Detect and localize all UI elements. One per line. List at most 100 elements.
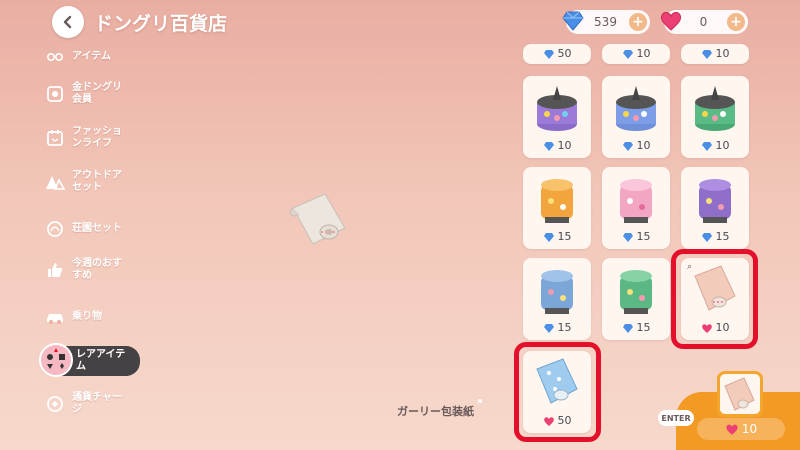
blue-gem-icon: [622, 232, 633, 242]
purchase-item-thumbnail: [717, 371, 763, 417]
info-dot-icon: [478, 399, 482, 403]
blue-gem-icon: [622, 141, 633, 151]
page-title: ドングリ百貨店: [94, 13, 228, 35]
item-price: 10: [523, 139, 591, 152]
category-sidebar: アイテム 金ドングリ 会員 ファッショ ンライフ アウトドア セット 荘園セット…: [0, 44, 145, 450]
blue-gem-icon: [701, 49, 712, 59]
purple-cake-icon: [537, 86, 577, 131]
wrapping-paper-icon: [724, 377, 755, 411]
thumbs-up-icon: [44, 259, 66, 281]
enter-key-hint: ENTER: [658, 410, 694, 426]
shop-item-card[interactable]: 15: [602, 258, 670, 340]
sidebar-item-outdoor[interactable]: アウトドア セット: [44, 170, 144, 194]
shop-item-card-selected[interactable]: ⌕ 10: [681, 258, 749, 340]
add-pink-gem-button[interactable]: +: [727, 13, 745, 31]
shop-item-card[interactable]: 10: [681, 44, 749, 64]
sidebar-item-membership[interactable]: 金ドングリ 会員: [44, 82, 144, 106]
blue-gem-icon: [701, 141, 712, 151]
currency-charge-icon: [44, 393, 66, 415]
chevron-left-icon: [63, 15, 72, 29]
item-price: 50: [523, 414, 591, 427]
selected-item-name: ガーリー包装紙: [397, 399, 482, 419]
pink-tower-icon: [620, 179, 652, 223]
top-bar: ドングリ百貨店 539 + 0 +: [0, 0, 800, 44]
blue-cake-icon: [616, 86, 656, 131]
item-price: 10: [681, 139, 749, 152]
price-value: 10: [715, 47, 730, 60]
blue-gem-icon: [562, 11, 584, 31]
price-value: 15: [557, 321, 572, 334]
item-price: 15: [602, 321, 670, 334]
shop-item-card[interactable]: 15: [523, 167, 591, 249]
shop-item-card[interactable]: 50: [523, 351, 591, 433]
price-value: 10: [715, 321, 730, 334]
purple-tower-icon: [699, 179, 731, 223]
sidebar-item-label: レアアイテ ム: [76, 349, 126, 372]
green-tower-icon: [620, 270, 652, 314]
blue-tower-icon: [541, 270, 573, 314]
tent-icon: [44, 171, 66, 193]
pink-gem-counter: 0 +: [660, 10, 748, 34]
item-price: 15: [523, 230, 591, 243]
sidebar-item-rare-items[interactable]: レアアイテ ム: [39, 343, 140, 377]
pink-gem-icon: [726, 424, 738, 435]
item-price: 10: [602, 47, 670, 60]
pink-gem-icon: [660, 12, 682, 31]
back-button[interactable]: [52, 6, 84, 38]
price-value: 50: [557, 414, 572, 427]
sidebar-item-label: 金ドングリ 会員: [72, 82, 122, 105]
pink-gem-icon: [701, 323, 712, 333]
sidebar-item-manor[interactable]: 荘園セット: [44, 218, 144, 240]
blue-gem-icon: [543, 232, 554, 242]
blue-gem-icon: [622, 323, 633, 333]
sidebar-item-label: アイテム: [72, 51, 111, 62]
blue-gem-icon: [622, 49, 633, 59]
vehicle-icon: [44, 306, 66, 328]
sidebar-item-label: 荘園セット: [72, 223, 122, 234]
manor-icon: [44, 218, 66, 240]
price-value: 10: [636, 47, 651, 60]
blue-wrapping-paper-icon: [536, 358, 578, 404]
item-name-label: ガーリー包装紙: [397, 405, 474, 418]
blue-gem-icon: [701, 232, 712, 242]
purchase-button[interactable]: 10: [697, 418, 785, 440]
sidebar-item-weekly-picks[interactable]: 今週のおす すめ: [44, 258, 144, 282]
shop-item-card[interactable]: 10: [681, 76, 749, 158]
purchase-price: 10: [741, 422, 758, 436]
shop-item-card[interactable]: 10: [602, 76, 670, 158]
shop-item-card[interactable]: 10: [523, 76, 591, 158]
shop-item-card[interactable]: 15: [602, 167, 670, 249]
wrapping-paper-icon: [289, 193, 346, 245]
price-value: 10: [557, 139, 572, 152]
item-price: 15: [523, 321, 591, 334]
shop-item-card[interactable]: 10: [602, 44, 670, 64]
orange-tower-icon: [541, 179, 573, 223]
green-cake-icon: [695, 86, 735, 131]
item-price: 15: [681, 230, 749, 243]
item-price: 10: [602, 139, 670, 152]
membership-icon: [44, 83, 66, 105]
shop-item-card[interactable]: 50: [523, 44, 591, 64]
sidebar-item-currency-charge[interactable]: 通貨チャー ジ: [44, 392, 144, 416]
price-value: 50: [557, 47, 572, 60]
sidebar-item-fashion[interactable]: ファッショ ンライフ: [44, 126, 144, 150]
item-preview: [285, 188, 355, 250]
shop-item-card[interactable]: 15: [681, 167, 749, 249]
pink-gem-icon: [543, 416, 554, 426]
sidebar-item-label: 通貨チャー ジ: [72, 392, 122, 415]
sidebar-item-label: 乗り物: [72, 311, 102, 322]
sidebar-item-items[interactable]: アイテム: [44, 46, 144, 68]
price-value: 15: [636, 321, 651, 334]
price-value: 15: [715, 230, 730, 243]
price-value: 10: [636, 139, 651, 152]
blue-gem-icon: [543, 49, 554, 59]
sidebar-item-label: 今週のおす すめ: [72, 258, 122, 281]
blue-gem-icon: [543, 141, 554, 151]
sidebar-item-vehicles[interactable]: 乗り物: [44, 306, 144, 328]
add-blue-gem-button[interactable]: +: [629, 13, 647, 31]
fashion-icon: [44, 127, 66, 149]
pink-wrapping-paper-icon: [694, 265, 736, 311]
shop-item-card[interactable]: 15: [523, 258, 591, 340]
sidebar-item-label: ファッショ ンライフ: [72, 126, 122, 149]
item-price: 10: [681, 47, 749, 60]
